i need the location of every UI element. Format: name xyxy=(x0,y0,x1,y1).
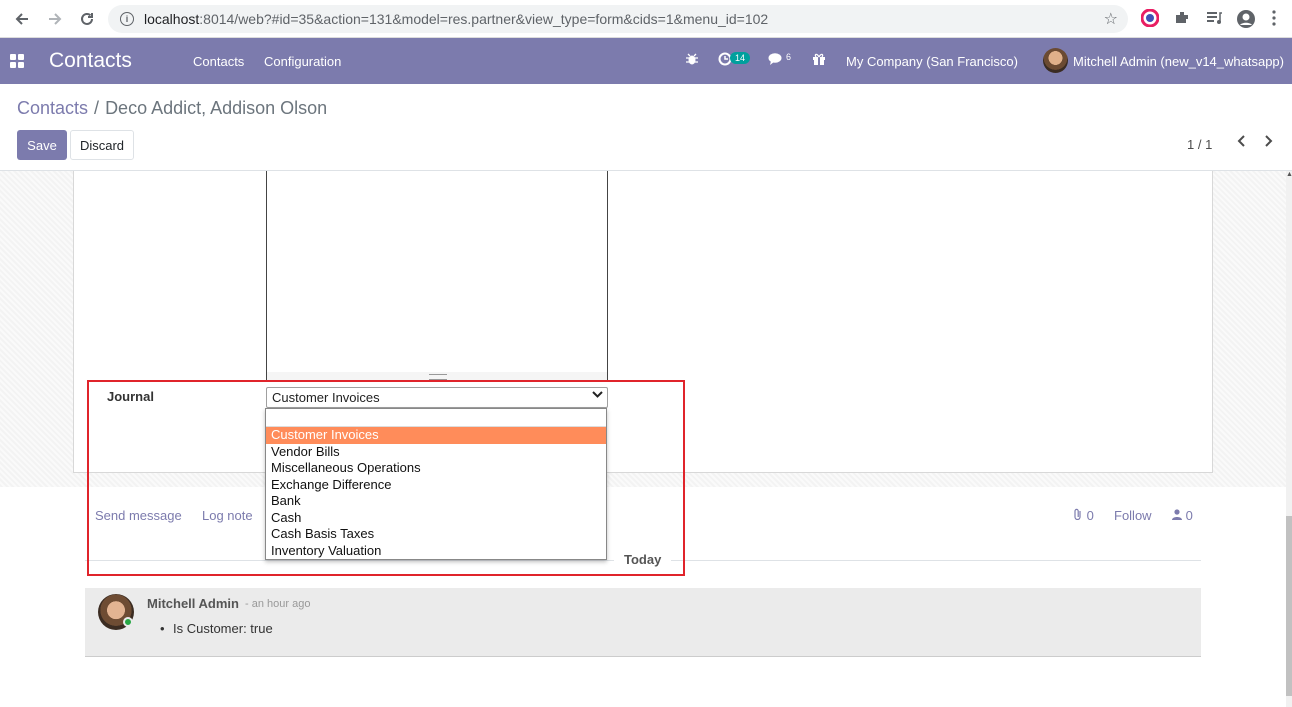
message-author[interactable]: Mitchell Admin xyxy=(147,596,239,611)
notes-textarea[interactable] xyxy=(266,171,608,380)
save-button[interactable]: Save xyxy=(17,130,67,160)
url-path: :8014/web?#id=35&action=131&model=res.pa… xyxy=(199,11,769,27)
pager-next-icon[interactable] xyxy=(1264,134,1274,153)
followers-count: 0 xyxy=(1185,508,1193,523)
extensions-puzzle-icon[interactable] xyxy=(1173,9,1193,29)
menu-contacts[interactable]: Contacts xyxy=(193,54,244,69)
extension-color-icon[interactable] xyxy=(1140,8,1161,29)
main-navbar: Contacts Contacts Configuration 14 6 My … xyxy=(0,38,1292,84)
app-title[interactable]: Contacts xyxy=(49,49,132,73)
breadcrumb: Contacts / Deco Addict, Addison Olson xyxy=(17,98,327,119)
message-count: 6 xyxy=(786,52,792,62)
control-panel: Contacts / Deco Addict, Addison Olson Save… xyxy=(0,84,1292,171)
pager-previous-icon[interactable] xyxy=(1236,134,1246,153)
media-queue-icon[interactable] xyxy=(1205,9,1225,29)
gift-icon[interactable] xyxy=(812,52,826,69)
browser-menu-icon[interactable] xyxy=(1271,9,1291,29)
user-avatar[interactable] xyxy=(1043,48,1068,73)
breadcrumb-separator: / xyxy=(94,98,100,118)
followers-button[interactable]: 0 xyxy=(1172,508,1193,523)
app-switcher-icon[interactable] xyxy=(10,54,24,68)
url-host: localhost xyxy=(144,11,200,27)
menu-configuration[interactable]: Configuration xyxy=(264,54,341,69)
user-menu[interactable]: Mitchell Admin (new_v14_whatsapp) xyxy=(1073,54,1284,69)
chatter-message: Mitchell Admin - an hour ago Is Customer… xyxy=(85,588,1201,657)
reload-icon[interactable] xyxy=(76,8,98,30)
attachments-button[interactable]: 0 xyxy=(1073,508,1094,523)
pager-value[interactable]: 1 / 1 xyxy=(1187,137,1212,152)
paperclip-icon xyxy=(1073,508,1087,523)
textarea-resize-handle[interactable] xyxy=(267,372,607,380)
back-arrow-icon[interactable] xyxy=(11,8,33,30)
follow-button[interactable]: Follow xyxy=(1114,508,1152,523)
messages-chat-icon[interactable] xyxy=(768,52,784,69)
scroll-up-arrow-icon[interactable]: ▲ xyxy=(1286,171,1292,178)
user-icon xyxy=(1172,508,1186,523)
attachments-count: 0 xyxy=(1086,508,1094,523)
breadcrumb-current-record: Deco Addict, Addison Olson xyxy=(105,98,328,118)
activity-count-badge: 14 xyxy=(730,52,751,64)
scrollbar-thumb[interactable] xyxy=(1286,516,1292,696)
discard-button[interactable]: Discard xyxy=(70,130,134,160)
address-bar[interactable]: i localhost:8014/web?#id=35&action=131&m… xyxy=(108,5,1128,33)
profile-account-icon[interactable] xyxy=(1236,9,1256,29)
page-scrollbar[interactable]: ▲ xyxy=(1286,171,1292,707)
browser-toolbar: i localhost:8014/web?#id=35&action=131&m… xyxy=(0,0,1292,38)
message-timestamp: - an hour ago xyxy=(245,598,311,610)
message-tracking-value: Is Customer: true xyxy=(160,621,273,636)
company-switcher[interactable]: My Company (San Francisco) xyxy=(846,54,1018,69)
bookmark-star-icon[interactable]: ☆ xyxy=(1104,9,1118,29)
site-info-icon[interactable]: i xyxy=(120,12,134,26)
debug-bug-icon[interactable] xyxy=(686,52,698,69)
annotation-highlight-box xyxy=(87,380,685,576)
breadcrumb-contacts[interactable]: Contacts xyxy=(17,98,88,118)
online-status-dot xyxy=(123,617,133,627)
forward-arrow-icon[interactable] xyxy=(44,8,66,30)
